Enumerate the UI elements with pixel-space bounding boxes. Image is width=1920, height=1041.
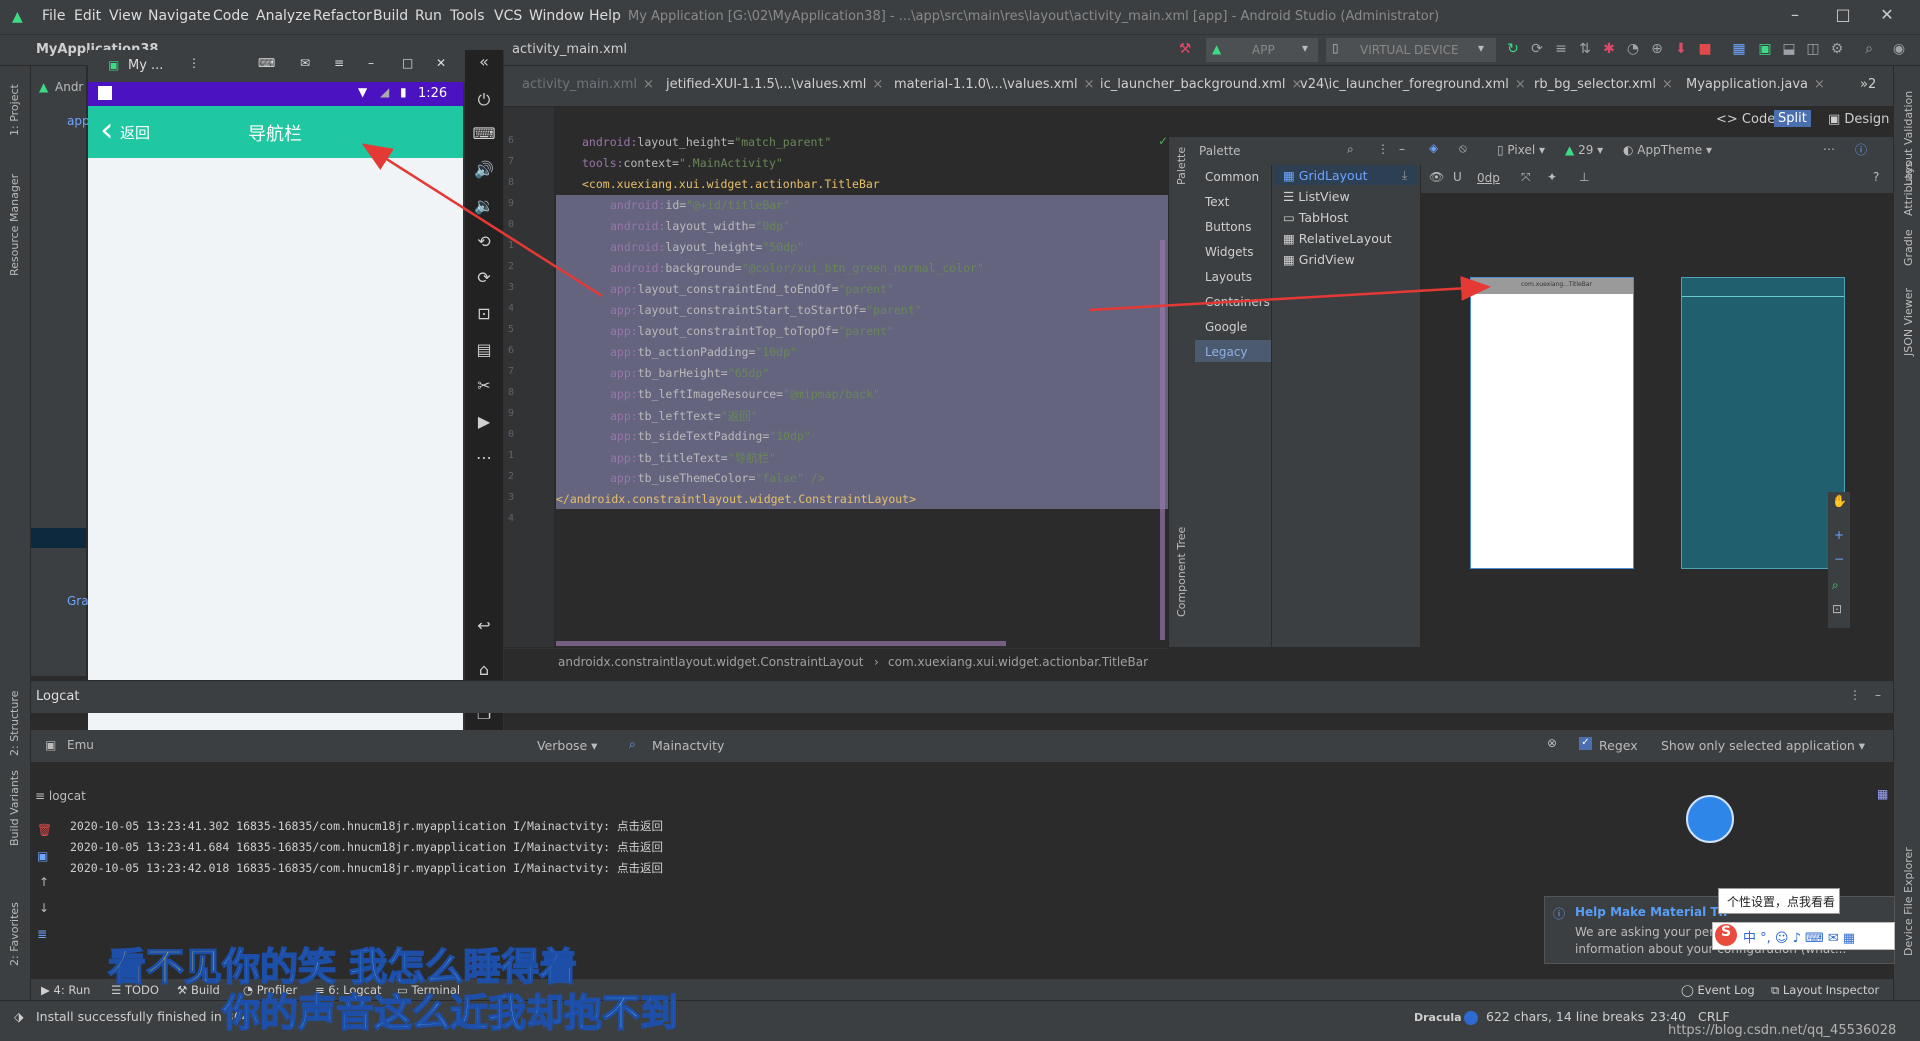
arrow-to-phone-titlebar	[361, 143, 603, 298]
arrow-to-design-preview	[1089, 275, 1491, 312]
annotation-arrows	[361, 143, 1491, 312]
